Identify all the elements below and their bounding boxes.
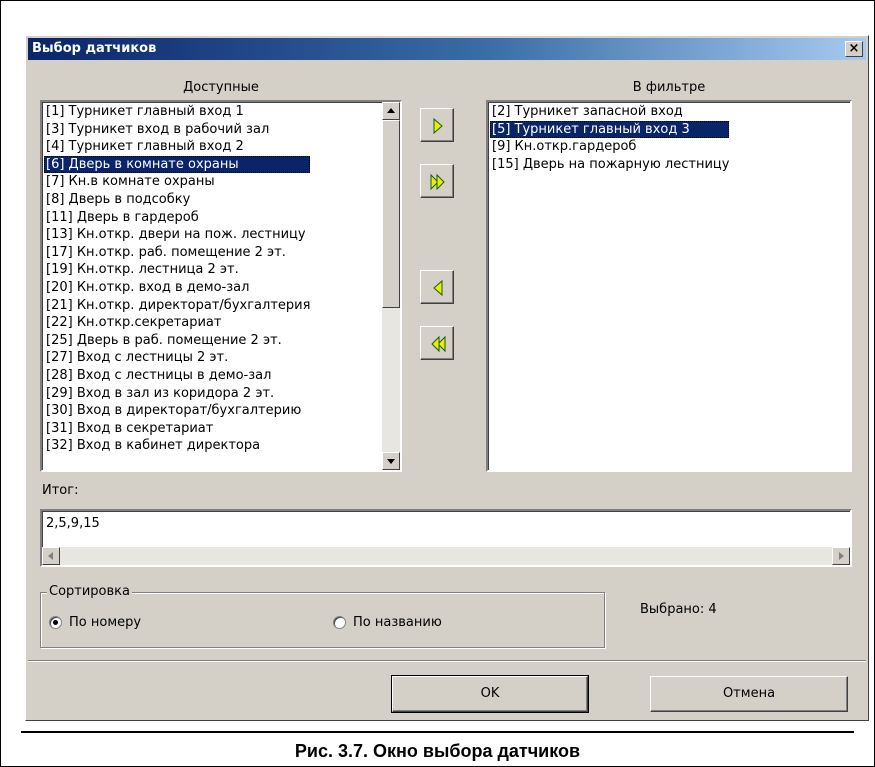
filter-caption: В фильтре (632, 80, 706, 95)
add-all-button[interactable] (420, 164, 454, 198)
available-list-item[interactable]: [19] Кн.откр. лестница 2 эт. (44, 261, 310, 279)
available-list-item[interactable]: [25] Дверь в раб. помещение 2 эт. (44, 332, 310, 350)
available-list-item[interactable]: [20] Кн.откр. вход в демо-зал (44, 279, 310, 297)
scroll-down-arrow-icon (387, 459, 395, 464)
available-list-item[interactable]: [30] Вход в директорат/бухгалтерию (44, 402, 310, 420)
scroll-left-button[interactable] (42, 547, 60, 565)
scroll-left-arrow-icon (48, 552, 53, 560)
close-icon: × (848, 41, 860, 56)
filter-list-item[interactable]: [9] Кн.откр.гардероб (490, 138, 729, 156)
sort-by-name-option[interactable]: По названию (333, 615, 442, 630)
available-vertical-scrollbar[interactable] (382, 102, 400, 470)
add-selected-button[interactable] (420, 108, 454, 142)
figure-caption: Рис. 3.7. Окно выбора датчиков (294, 741, 581, 761)
available-list-item[interactable]: [27] Вход с лестницы 2 эт. (44, 349, 310, 367)
selected-count: Выбрано: 4 (640, 602, 717, 617)
available-list-item[interactable]: [29] Вход в зал из коридора 2 эт. (44, 385, 310, 403)
available-list-item[interactable]: [31] Вход в секретариат (44, 420, 310, 438)
scroll-up-button[interactable] (382, 102, 400, 120)
available-list-item[interactable]: [28] Вход с лестницы в демо-зал (44, 367, 310, 385)
remove-all-button[interactable] (420, 326, 454, 360)
total-value: 2,5,9,15 (46, 516, 100, 531)
available-list-item[interactable]: [21] Кн.откр. директорат/бухгалтерия (44, 297, 310, 315)
sort-by-number-option[interactable]: По номеру (49, 615, 141, 630)
sort-by-number-label: По номеру (69, 615, 142, 630)
total-field[interactable]: 2,5,9,15 (40, 509, 852, 567)
sorting-group: Сортировка По номеру По названию (40, 584, 605, 648)
title-bar: Выбор датчиков × (28, 38, 866, 60)
scroll-thumb[interactable] (382, 120, 400, 308)
available-list-item[interactable]: [11] Дверь в гардероб (44, 209, 310, 227)
available-list-item[interactable]: [4] Турникет главный вход 2 (44, 138, 310, 156)
cancel-button[interactable]: Отмена (650, 676, 848, 712)
figure-frame: Выбор датчиков × Доступные [1] Турникет … (0, 0, 875, 767)
double-arrow-left-icon (431, 335, 446, 353)
sorting-legend: Сортировка (47, 584, 132, 599)
sort-by-name-radio[interactable] (333, 616, 346, 629)
button-separator (28, 660, 866, 662)
remove-selected-button[interactable] (420, 270, 454, 304)
scroll-down-button[interactable] (382, 452, 400, 470)
available-list-item[interactable]: [6] Дверь в комнате охраны (44, 155, 311, 174)
arrow-left-icon (433, 279, 443, 297)
scroll-right-button[interactable] (832, 547, 850, 565)
available-list-item[interactable]: [32] Вход в кабинет директора (44, 437, 310, 455)
ok-button[interactable]: OK (391, 675, 589, 713)
filter-list-item[interactable]: [5] Турникет главный вход 3 (490, 120, 730, 139)
available-sensors-list[interactable]: [1] Турникет главный вход 1 [3] Турникет … (40, 100, 402, 472)
filter-list-item[interactable]: [15] Дверь на пожарную лестницу (490, 156, 729, 174)
figure-rule (21, 731, 854, 733)
arrow-right-icon (433, 117, 443, 135)
available-list-item[interactable]: [13] Кн.откр. двери на пож. лестницу (44, 226, 310, 244)
sensor-selection-dialog: Выбор датчиков × Доступные [1] Турникет … (25, 35, 869, 721)
filter-sensors-list[interactable]: [2] Турникет запасной вход [5] Турникет г… (486, 100, 852, 472)
available-list-item[interactable]: [1] Турникет главный вход 1 (44, 103, 310, 121)
sort-by-number-radio[interactable] (49, 616, 62, 629)
filter-list-item[interactable]: [2] Турникет запасной вход (490, 103, 729, 121)
window-title: Выбор датчиков (32, 41, 157, 56)
available-items: [1] Турникет главный вход 1 [3] Турникет … (44, 103, 311, 455)
available-list-item[interactable]: [3] Турникет вход в рабочий зал (44, 121, 310, 139)
available-list-item[interactable]: [22] Кн.откр.секретариат (44, 314, 310, 332)
scroll-right-arrow-icon (839, 552, 844, 560)
total-horizontal-scrollbar[interactable] (42, 547, 850, 565)
sort-by-name-label: По названию (353, 615, 442, 630)
close-button[interactable]: × (845, 41, 863, 57)
total-label: Итог: (42, 483, 79, 498)
available-caption: Доступные (183, 80, 259, 95)
scroll-up-arrow-icon (387, 108, 395, 113)
available-list-item[interactable]: [8] Дверь в подсобку (44, 191, 310, 209)
filter-items: [2] Турникет запасной вход [5] Турникет г… (490, 103, 730, 174)
available-list-item[interactable]: [7] Кн.в комнате охраны (44, 173, 310, 191)
available-list-item[interactable]: [17] Кн.откр. раб. помещение 2 эт. (44, 244, 310, 262)
double-arrow-right-icon (430, 173, 445, 191)
